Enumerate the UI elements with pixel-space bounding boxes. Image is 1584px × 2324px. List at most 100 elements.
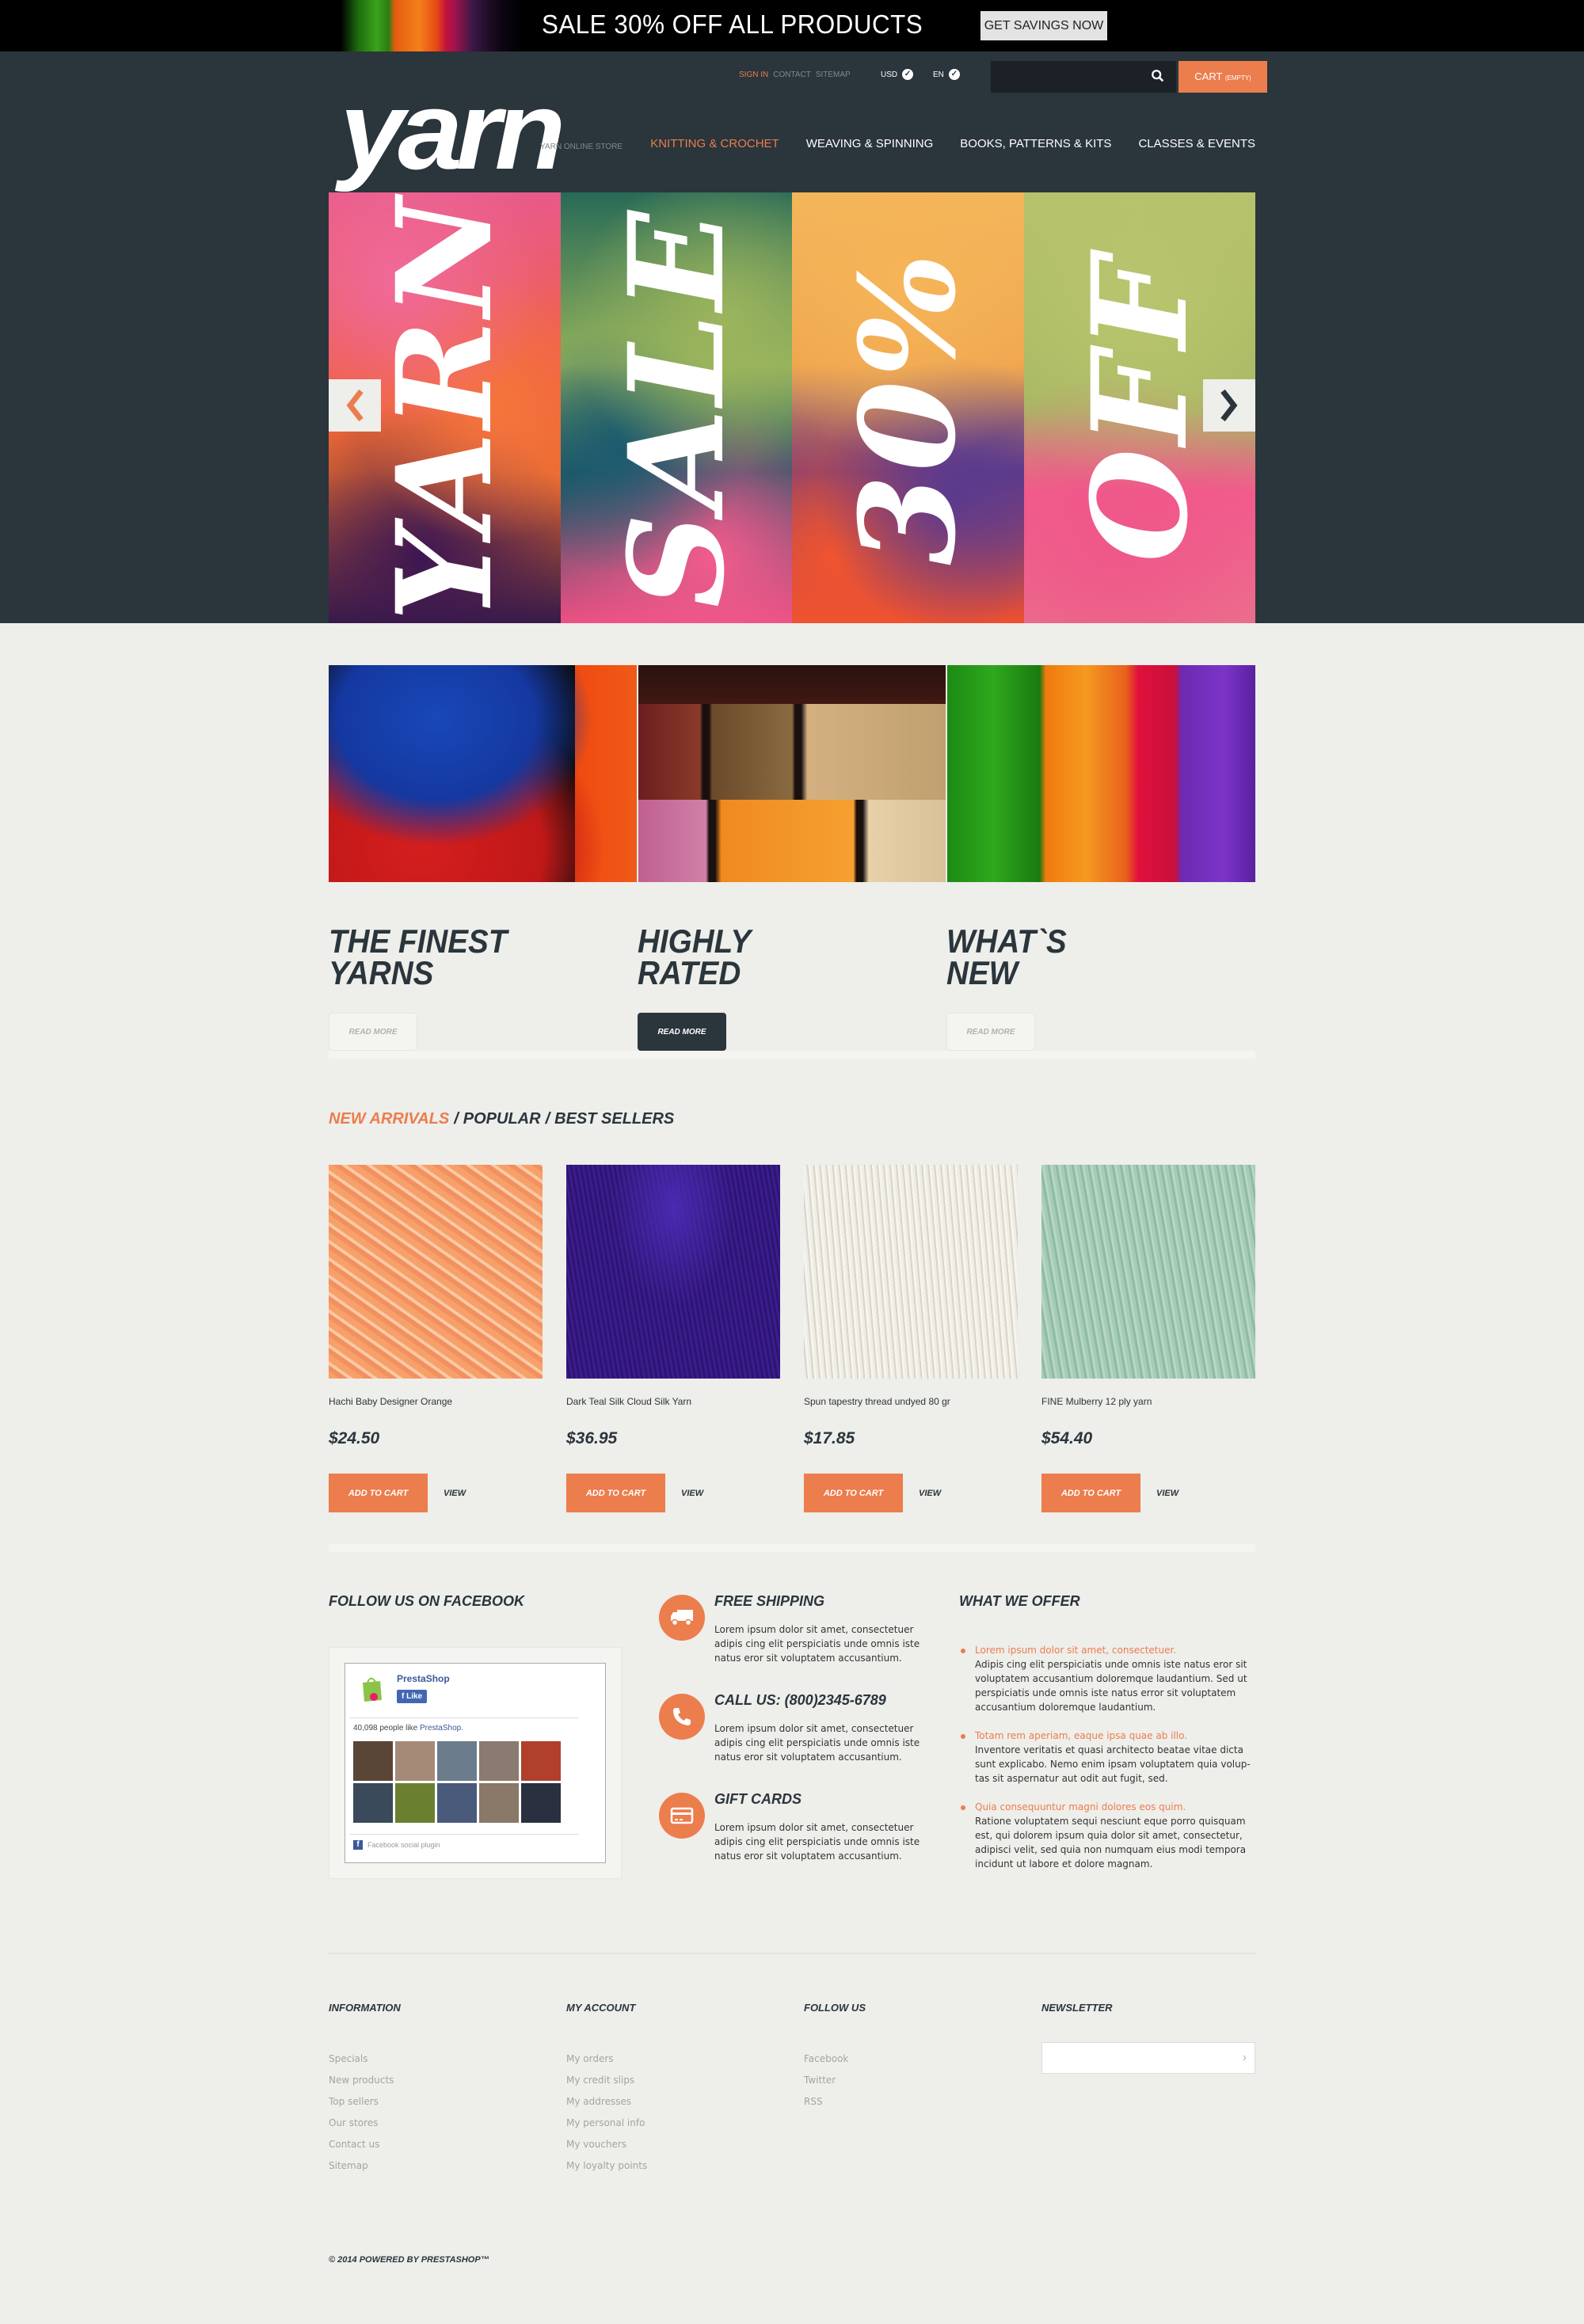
add-to-cart-button[interactable]: ADD TO CART [566,1474,665,1512]
logo[interactable]: yarn [340,75,565,186]
slide-word: OFF [1062,253,1217,563]
product-name[interactable]: Dark Teal Silk Cloud Silk Yarn [566,1396,780,1407]
offer-lead[interactable]: Lorem ipsum dolor sit amet, consectetuer… [975,1643,1255,1657]
newsletter-submit-button[interactable]: › [1243,2051,1247,2065]
view-link[interactable]: VIEW [681,1489,703,1498]
read-more-button[interactable]: READ MORE [329,1013,417,1051]
banner-yarn-balls[interactable] [329,665,637,882]
header: yarn YARN ONLINE STORE SIGN IN CONTACT S… [0,51,1584,623]
language-label: EN [933,70,944,79]
banner-thread-spools[interactable] [638,665,946,882]
divider [329,1953,1255,1954]
add-to-cart-button[interactable]: ADD TO CART [329,1474,428,1512]
footer-link-new-products[interactable]: New products [329,2070,566,2091]
sign-in-link[interactable]: SIGN IN [739,70,768,79]
tab-new-arrivals[interactable]: NEW ARRIVALS [329,1110,449,1128]
add-to-cart-button[interactable]: ADD TO CART [1041,1474,1140,1512]
fan-avatar[interactable] [479,1783,519,1823]
chevron-right-icon [1220,389,1238,422]
footer-link-my-orders[interactable]: My orders [566,2048,804,2070]
footer-link-facebook[interactable]: Facebook [804,2048,1041,2070]
footer-link-our-stores[interactable]: Our stores [329,2113,566,2134]
offer-block: WHAT WE OFFER Lorem ipsum dolor sit amet… [946,1593,1255,1890]
product-list: Hachi Baby Designer Orange $24.50 ADD TO… [329,1165,1255,1512]
divider [349,1834,579,1835]
search-box [991,61,1176,93]
product-image[interactable] [329,1165,543,1379]
footer-link-my-vouchers[interactable]: My vouchers [566,2134,804,2155]
tab-popular[interactable]: POPULAR [463,1110,541,1128]
product-name[interactable]: Spun tapestry thread undyed 80 gr [804,1396,1018,1407]
product-name[interactable]: FINE Mulberry 12 ply yarn [1041,1396,1255,1407]
fan-avatar[interactable] [437,1741,477,1781]
service-item: GIFT CARDS Lorem ipsum dolor sit amet, c… [659,1791,946,1863]
fan-avatar[interactable] [437,1783,477,1823]
view-link[interactable]: VIEW [919,1489,941,1498]
footer-link-contact-us[interactable]: Contact us [329,2134,566,2155]
offer-lead[interactable]: Totam rem aperiam, eaque ipsa quae ab il… [975,1729,1255,1743]
sitemap-link[interactable]: SITEMAP [816,70,851,79]
fb-page-name[interactable]: PrestaShop [397,1673,450,1684]
search-input[interactable] [991,61,1141,93]
get-savings-button[interactable]: GET SAVINGS NOW [980,11,1107,40]
promo-columns: THE FINEST YARNS READ MORE HIGHLY RATED … [329,922,1255,1051]
view-link[interactable]: VIEW [444,1489,466,1498]
fan-avatar[interactable] [479,1741,519,1781]
fb-count-text: 40,098 people like [353,1724,418,1733]
nav-knitting-crochet[interactable]: KNITTING & CROCHET [650,137,779,150]
product-image[interactable] [1041,1165,1255,1379]
fan-avatar[interactable] [395,1783,435,1823]
fb-faces [353,1741,561,1823]
footer-link-top-sellers[interactable]: Top sellers [329,2091,566,2113]
promo-text: SALE 30% OFF ALL PRODUCTS [542,10,923,39]
nav-books-patterns-kits[interactable]: BOOKS, PATTERNS & KITS [960,137,1111,150]
offer-lead[interactable]: Quia consequuntur magni dolores eos quim… [975,1800,1255,1814]
footer-link-twitter[interactable]: Twitter [804,2070,1041,2091]
fb-plugin-label: Facebook social plugin [367,1841,440,1849]
slider-prev-button[interactable] [329,379,381,432]
contact-link[interactable]: CONTACT [773,70,811,79]
fb-like-button[interactable]: f Like [397,1690,428,1703]
footer-heading: MY ACCOUNT [566,2002,636,2014]
fan-avatar[interactable] [521,1741,561,1781]
fb-like-label: Like [406,1692,423,1701]
tab-best-sellers[interactable]: BEST SELLERS [554,1110,674,1128]
offer-item: Lorem ipsum dolor sit amet, consectetuer… [959,1643,1255,1714]
footer-link-my-addresses[interactable]: My addresses [566,2091,804,2113]
footer-link-sitemap[interactable]: Sitemap [329,2155,566,2177]
truck-icon [659,1595,705,1641]
banner-colored-threads[interactable] [947,665,1256,882]
footer-link-my-credit-slips[interactable]: My credit slips [566,2070,804,2091]
read-more-button[interactable]: READ MORE [638,1013,726,1051]
search-icon[interactable] [1151,69,1165,83]
newsletter-email-input[interactable] [1042,2043,1224,2073]
footer-link-rss[interactable]: RSS [804,2091,1041,2113]
add-to-cart-button[interactable]: ADD TO CART [804,1474,903,1512]
promo-title: THE FINEST YARNS [329,922,508,991]
slider-next-button[interactable] [1203,379,1255,432]
fb-count-link[interactable]: PrestaShop [420,1724,461,1733]
cart-button[interactable]: CART (EMPTY) [1178,61,1267,93]
fan-avatar[interactable] [353,1741,393,1781]
footer-link-my-loyalty-points[interactable]: My loyalty points [566,2155,804,2177]
chevron-left-icon [346,389,364,422]
language-selector[interactable]: EN ✓ [933,69,960,80]
prestashop-logo-icon [363,1677,382,1702]
product-price: $24.50 [329,1429,380,1447]
footer-link-specials[interactable]: Specials [329,2048,566,2070]
fan-avatar[interactable] [395,1741,435,1781]
currency-selector[interactable]: USD ✓ [881,69,914,80]
nav-classes-events[interactable]: CLASSES & EVENTS [1138,137,1255,150]
product-image[interactable] [566,1165,780,1379]
footer-heading: NEWSLETTER [1041,2002,1113,2014]
product-image[interactable] [804,1165,1018,1379]
view-link[interactable]: VIEW [1156,1489,1178,1498]
read-more-button[interactable]: READ MORE [946,1013,1035,1051]
product-name[interactable]: Hachi Baby Designer Orange [329,1396,543,1407]
fan-avatar[interactable] [521,1783,561,1823]
currency-label: USD [881,70,898,79]
services-block: FREE SHIPPING Lorem ipsum dolor sit amet… [638,1593,946,1890]
footer-link-my-personal-info[interactable]: My personal info [566,2113,804,2134]
fan-avatar[interactable] [353,1783,393,1823]
nav-weaving-spinning[interactable]: WEAVING & SPINNING [806,137,934,150]
